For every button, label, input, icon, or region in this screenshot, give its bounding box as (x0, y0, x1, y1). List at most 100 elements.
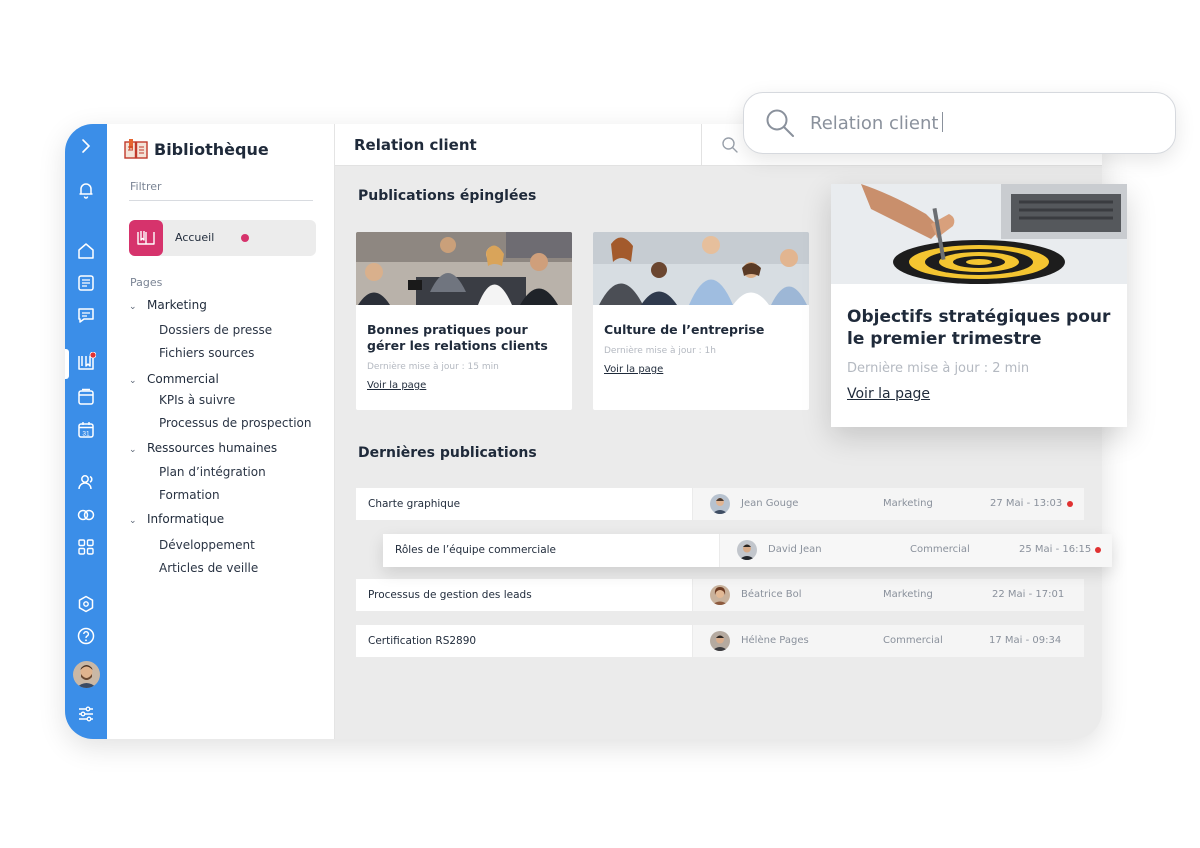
page-title: Relation client (354, 136, 477, 154)
card-image (831, 184, 1127, 284)
view-page-link[interactable]: Voir la page (367, 380, 426, 391)
icon-rail: 31 (65, 124, 107, 739)
card-meta: Dernière mise à jour : 15 min (367, 362, 499, 372)
nav-item-articles-veille[interactable]: Articles de veille (159, 561, 258, 575)
card-image (593, 232, 809, 305)
card-title: Culture de l’entreprise (604, 322, 765, 337)
search-icon[interactable] (721, 136, 739, 154)
row-author: Hélène Pages (741, 635, 809, 646)
pinned-card[interactable]: Bonnes pratiques pour gérer les relation… (356, 232, 572, 410)
row-category: Commercial (910, 544, 970, 555)
calendar-icon[interactable]: 31 (76, 420, 96, 440)
view-page-link[interactable]: Voir la page (604, 364, 663, 375)
featured-pinned-card[interactable]: Objectifs stratégiques pour le premier t… (831, 184, 1127, 427)
row-details: Béatrice Bol Marketing 22 Mai - 17:01 (693, 579, 1084, 611)
divider (701, 124, 702, 166)
sidebar-item-home[interactable]: Accueil (129, 220, 316, 256)
chevron-down-icon: ⌄ (129, 516, 137, 526)
library-icon[interactable] (76, 352, 96, 372)
toggle-icon[interactable] (76, 505, 96, 525)
card-title: Objectifs stratégiques pour le premier t… (847, 307, 1111, 349)
author-avatar (710, 585, 730, 605)
pinned-section-title: Publications épinglées (358, 188, 537, 204)
nav-group-label: Informatique (147, 512, 225, 526)
nav-group-informatique[interactable]: ⌄ Informatique (129, 512, 224, 526)
search-bar[interactable]: Relation client (743, 92, 1176, 154)
nav-item-fichiers-sources[interactable]: Fichiers sources (159, 346, 254, 360)
nav-group-marketing[interactable]: ⌄ Marketing (129, 298, 207, 312)
row-details: Hélène Pages Commercial 17 Mai - 09:34 (693, 625, 1084, 657)
table-row[interactable]: Charte graphique Jean Gouge Marketing 27… (356, 488, 1084, 520)
row-title: Rôles de l’équipe commerciale (395, 544, 557, 556)
author-avatar (710, 494, 730, 514)
bell-icon[interactable] (76, 180, 96, 200)
nav-group-label: Ressources humaines (147, 441, 278, 455)
text-cursor (942, 112, 944, 132)
search-value: Relation client (810, 113, 939, 134)
unread-dot (1095, 547, 1101, 553)
svg-text:31: 31 (82, 431, 90, 438)
row-date: 27 Mai - 13:03 (990, 498, 1063, 509)
library-logo-icon (124, 139, 148, 159)
pinned-card[interactable]: Culture de l’entreprise Dernière mise à … (593, 232, 809, 410)
nav-item-formation[interactable]: Formation (159, 488, 220, 502)
nav-group-label: Marketing (147, 298, 207, 312)
search-input[interactable]: Relation client (810, 112, 944, 134)
row-title-cell: Charte graphique (356, 488, 692, 520)
view-page-link[interactable]: Voir la page (847, 386, 930, 402)
nav-item-dossiers-de-presse[interactable]: Dossiers de presse (159, 323, 272, 337)
folder-icon[interactable] (76, 387, 96, 407)
author-avatar (737, 540, 757, 560)
nav-group-ressources-humaines[interactable]: ⌄ Ressources humaines (129, 441, 277, 455)
unread-dot (241, 234, 249, 242)
highlighted-table-row[interactable]: Rôles de l’équipe commerciale David Jean… (383, 534, 1112, 567)
filter-input[interactable]: Filtrer (130, 180, 162, 193)
hexagon-icon[interactable] (76, 594, 96, 614)
row-date: 25 Mai - 16:15 (1019, 544, 1092, 555)
home-book-icon (129, 220, 163, 256)
row-title: Processus de gestion des leads (368, 589, 532, 601)
card-meta: Dernière mise à jour : 2 min (847, 361, 1030, 376)
news-icon[interactable] (76, 273, 96, 293)
row-title-cell: Processus de gestion des leads (356, 579, 692, 611)
table-row[interactable]: Certification RS2890 Hélène Pages Commer… (356, 625, 1084, 657)
row-title: Charte graphique (368, 498, 461, 510)
sidebar-item-home-label: Accueil (175, 231, 215, 244)
chevron-right-icon[interactable] (76, 136, 96, 156)
row-date: 17 Mai - 09:34 (989, 635, 1062, 646)
row-title-cell: Certification RS2890 (356, 625, 692, 657)
pages-section-label: Pages (130, 276, 163, 289)
chevron-down-icon: ⌄ (129, 445, 137, 455)
apps-icon[interactable] (76, 537, 96, 557)
chevron-down-icon: ⌄ (129, 376, 137, 386)
chat-icon[interactable] (76, 305, 96, 325)
nav-item-kpis[interactable]: KPIs à suivre (159, 393, 235, 407)
settings-sliders-icon[interactable] (76, 704, 96, 724)
unread-dot (1067, 501, 1073, 507)
row-category: Marketing (883, 589, 933, 600)
library-title: Bibliothèque (154, 140, 269, 159)
help-icon[interactable] (76, 626, 96, 646)
nav-item-plan-integration[interactable]: Plan d’intégration (159, 465, 266, 479)
nav-group-commercial[interactable]: ⌄ Commercial (129, 372, 219, 386)
filter-underline (129, 200, 313, 201)
latest-section-title: Dernières publications (358, 445, 537, 461)
nav-item-developpement[interactable]: Développement (159, 538, 255, 552)
library-sidebar: Bibliothèque Filtrer Accueil Pages ⌄ Mark… (107, 124, 335, 739)
nav-item-processus-prospection[interactable]: Processus de prospection (159, 416, 311, 430)
row-author: Jean Gouge (741, 498, 799, 509)
row-details: David Jean Commercial 25 Mai - 16:15 (720, 534, 1112, 567)
active-indicator (65, 349, 69, 379)
row-author: Béatrice Bol (741, 589, 802, 600)
row-title: Certification RS2890 (368, 635, 477, 647)
row-details: Jean Gouge Marketing 27 Mai - 13:03 (693, 488, 1084, 520)
card-image (356, 232, 572, 305)
card-meta: Dernière mise à jour : 1h (604, 346, 716, 356)
user-avatar[interactable] (73, 661, 100, 688)
users-icon[interactable] (76, 472, 96, 492)
home-icon[interactable] (76, 241, 96, 261)
row-category: Marketing (883, 498, 933, 509)
table-row[interactable]: Processus de gestion des leads Béatrice … (356, 579, 1084, 611)
row-author: David Jean (768, 544, 822, 555)
card-title: Bonnes pratiques pour gérer les relation… (367, 322, 548, 353)
